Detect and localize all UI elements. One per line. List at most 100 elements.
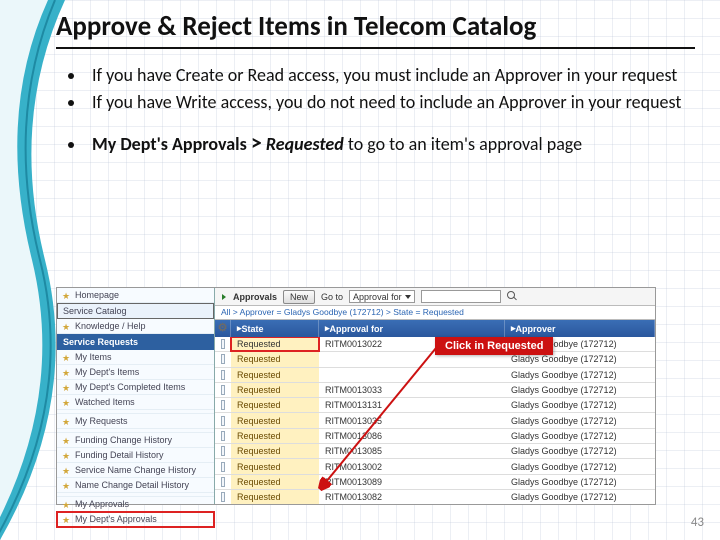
cell-state[interactable]: Requested — [231, 429, 319, 443]
star-icon: ★ — [62, 322, 71, 331]
row-checkbox[interactable] — [221, 477, 225, 487]
chevron-down-icon — [405, 295, 411, 299]
cell-state[interactable]: Requested — [231, 383, 319, 397]
search-input[interactable] — [421, 290, 501, 303]
sidebar-item[interactable]: ★ My Items — [57, 350, 214, 365]
goto-select[interactable]: Approval for — [349, 290, 415, 303]
main-panel: Approvals New Go to Approval for All > A… — [215, 288, 655, 504]
row-checkbox[interactable] — [221, 446, 225, 456]
star-icon: ★ — [62, 417, 71, 426]
col-state[interactable]: State — [242, 324, 264, 334]
annotation-arrow — [311, 323, 441, 493]
sidebar-item[interactable]: ★ Service Name Change History — [57, 463, 214, 478]
sidebar-item[interactable]: ★ My Dept's Completed Items — [57, 380, 214, 395]
slide-body: If you have Create or Read access, you m… — [56, 62, 695, 159]
row-checkbox[interactable] — [221, 492, 225, 502]
sidebar-item-label: Watched Items — [75, 397, 135, 407]
star-icon: ★ — [62, 436, 71, 445]
sidebar-item-label: Service Name Change History — [75, 465, 196, 475]
toolbar-title: Approvals — [233, 292, 277, 302]
new-button[interactable]: New — [283, 290, 315, 304]
sidebar-item-label: Service Catalog — [63, 306, 127, 316]
cell-state[interactable]: Requested — [231, 459, 319, 473]
sidebar-item-label: My Dept's Completed Items — [75, 382, 185, 392]
sidebar-item[interactable]: ★ Watched Items — [57, 395, 214, 410]
star-icon: ★ — [62, 398, 71, 407]
cell-approver: Gladys Goodbye (172712) — [505, 413, 655, 427]
cell-approver: Gladys Goodbye (172712) — [505, 475, 655, 489]
sidebar-item-label: Funding Detail History — [75, 450, 164, 460]
sidebar-item[interactable]: ★ Homepage — [57, 288, 214, 303]
row-checkbox[interactable] — [221, 431, 225, 441]
back-icon[interactable] — [222, 294, 226, 300]
star-icon: ★ — [62, 481, 71, 490]
callout: Click in Requested — [435, 337, 553, 355]
sidebar-item-label: Knowledge / Help — [75, 321, 146, 331]
bullet-3: My Dept's Approvals > Requested to go to… — [86, 127, 695, 159]
sidebar: ★ Homepage Service Catalog ★ Knowledge / H… — [57, 288, 215, 504]
sidebar-item-label: Name Change Detail History — [75, 480, 189, 490]
cell-state[interactable]: Requested — [231, 337, 319, 351]
bullet-3-bold-b: Requested — [266, 133, 344, 155]
row-checkbox[interactable] — [221, 462, 225, 472]
row-checkbox[interactable] — [221, 339, 225, 349]
star-icon: ★ — [62, 368, 71, 377]
cell-approver: Gladys Goodbye (172712) — [505, 490, 655, 504]
row-checkbox[interactable] — [221, 354, 225, 364]
star-icon: ★ — [62, 466, 71, 475]
sidebar-item[interactable]: ★ My Requests — [57, 414, 214, 429]
sidebar-item-label: My Items — [75, 352, 112, 362]
gear-icon[interactable]: ⚙ — [218, 323, 228, 334]
goto-label: Go to — [321, 292, 343, 302]
star-icon: ★ — [62, 383, 71, 392]
sidebar-item[interactable]: ★ My Dept's Items — [57, 365, 214, 380]
cell-approver: Gladys Goodbye (172712) — [505, 368, 655, 382]
sidebar-item[interactable]: ★ Funding Change History — [57, 433, 214, 448]
row-checkbox[interactable] — [221, 400, 225, 410]
star-icon: ★ — [62, 291, 71, 300]
sidebar-item[interactable]: Service Catalog — [57, 303, 214, 319]
slide-title: Approve & Reject Items in Telecom Catalo… — [56, 10, 695, 49]
star-icon: ★ — [62, 515, 71, 524]
search-icon[interactable] — [507, 291, 518, 302]
sidebar-item[interactable]: ★ My Approvals — [57, 497, 214, 512]
cell-state[interactable]: Requested — [231, 490, 319, 504]
sidebar-item-label: Funding Change History — [75, 435, 172, 445]
cell-approver: Gladys Goodbye (172712) — [505, 444, 655, 458]
sidebar-item[interactable]: ★ Knowledge / Help — [57, 319, 214, 334]
page-number: 43 — [691, 515, 704, 530]
cell-approver: Gladys Goodbye (172712) — [505, 398, 655, 412]
sidebar-item-label: Homepage — [75, 290, 119, 300]
cell-state[interactable]: Requested — [231, 398, 319, 412]
bullet-3-gt: > — [251, 129, 262, 156]
bullet-3-bold-a: My Dept's Approvals — [92, 133, 247, 155]
sidebar-item-label: My Dept's Approvals — [75, 514, 157, 524]
cell-approver: Gladys Goodbye (172712) — [505, 383, 655, 397]
cell-state[interactable]: Requested — [231, 368, 319, 382]
row-checkbox[interactable] — [221, 370, 225, 380]
star-icon: ★ — [62, 500, 71, 509]
row-checkbox[interactable] — [221, 385, 225, 395]
cell-state[interactable]: Requested — [231, 475, 319, 489]
cell-state[interactable]: Requested — [231, 444, 319, 458]
sidebar-item-my-depts-approvals[interactable]: ★ My Dept's Approvals — [57, 512, 214, 527]
col-approver[interactable]: Approver — [516, 324, 556, 334]
cell-approver: Gladys Goodbye (172712) — [505, 429, 655, 443]
slide: Approve & Reject Items in Telecom Catalo… — [0, 0, 720, 540]
row-checkbox[interactable] — [221, 416, 225, 426]
bullet-1: If you have Create or Read access, you m… — [86, 62, 695, 89]
cell-state[interactable]: Requested — [231, 413, 319, 427]
sidebar-item[interactable]: ★Funding Detail History — [57, 448, 214, 463]
breadcrumb[interactable]: All > Approver = Gladys Goodbye (172712)… — [215, 306, 655, 320]
star-icon: ★ — [62, 353, 71, 362]
cell-approver: Gladys Goodbye (172712) — [505, 459, 655, 473]
sidebar-item-label: My Requests — [75, 416, 128, 426]
sidebar-item-label: My Approvals — [75, 499, 129, 509]
bullet-3-tail: to go to an item's approval page — [344, 133, 582, 155]
bullet-2: If you have Write access, you do not nee… — [86, 89, 695, 116]
app-screenshot: ★ Homepage Service Catalog ★ Knowledge / H… — [56, 287, 656, 505]
sidebar-item-label: My Dept's Items — [75, 367, 139, 377]
cell-state[interactable]: Requested — [231, 352, 319, 366]
sidebar-header: Service Requests — [57, 334, 214, 350]
sidebar-item[interactable]: ★ Name Change Detail History — [57, 478, 214, 493]
